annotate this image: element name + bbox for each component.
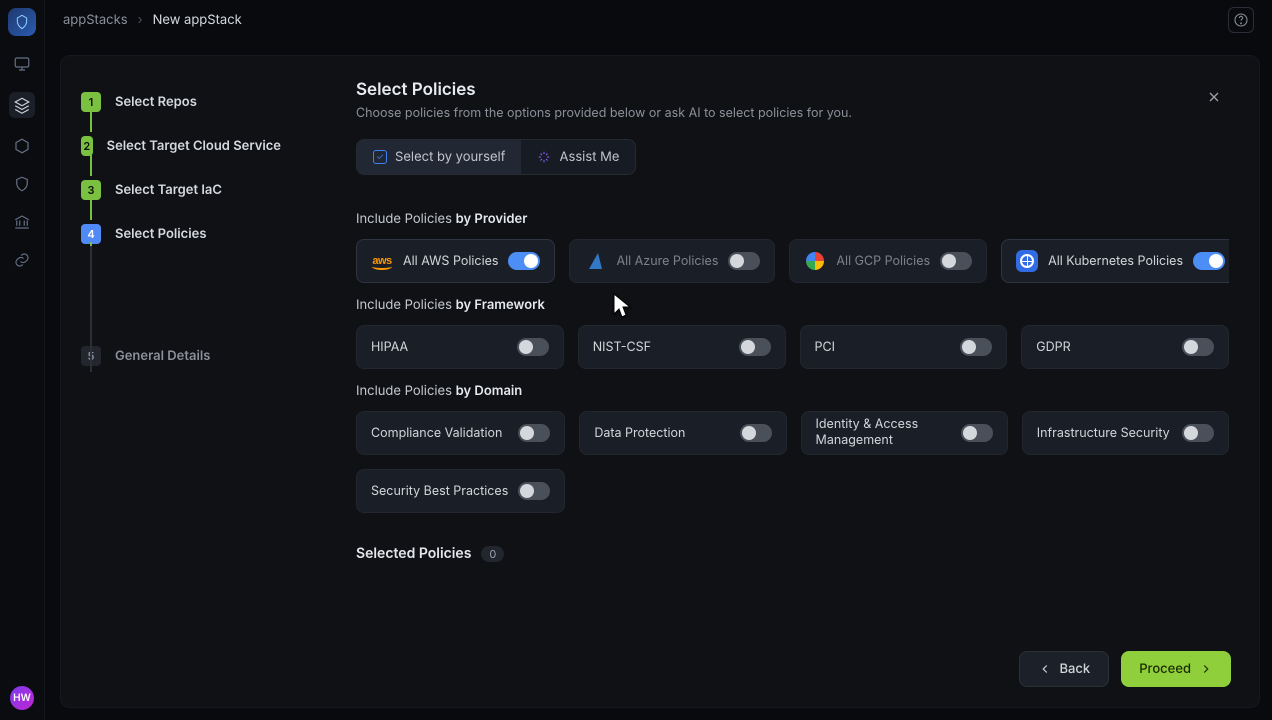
step-label: General Details	[115, 348, 210, 364]
framework-grid: HIPAA NIST-CSF PCI GDPR	[356, 325, 1229, 369]
domain-toggle-infra-security[interactable]	[1182, 424, 1214, 442]
step-number: 1	[81, 92, 101, 112]
tile-label: GDPR	[1036, 340, 1172, 355]
framework-tile-pci[interactable]: PCI	[800, 325, 1008, 369]
framework-tile-nist[interactable]: NIST-CSF	[578, 325, 786, 369]
sparkle-icon	[537, 150, 551, 164]
tile-label: PCI	[815, 340, 951, 355]
footer-actions: Back Proceed	[1019, 651, 1232, 687]
segmented-label: Assist Me	[559, 149, 619, 165]
selected-title: Selected Policies	[356, 545, 471, 562]
section-domain-title: Include Policies by Domain	[356, 383, 1229, 399]
step-label: Select Target Cloud Service	[107, 138, 281, 154]
kubernetes-icon	[1016, 250, 1038, 272]
proceed-button[interactable]: Proceed	[1121, 651, 1231, 687]
domain-grid: Compliance Validation Data Protection Id…	[356, 411, 1229, 513]
framework-toggle-gdpr[interactable]	[1182, 338, 1214, 356]
step-number: 4	[81, 224, 101, 244]
provider-grid: aws All AWS Policies All Azure Policies …	[356, 239, 1229, 283]
step-general-details[interactable]: 5 General Details	[81, 334, 281, 378]
breadcrumb-current: New appStack	[153, 12, 242, 28]
tile-label: Compliance Validation	[371, 426, 508, 441]
breadcrumb-bar: appStacks › New appStack	[45, 0, 1272, 40]
provider-toggle-aws[interactable]	[508, 252, 540, 270]
tile-label: All Kubernetes Policies	[1048, 254, 1183, 269]
step-select-policies[interactable]: 4 Select Policies	[81, 212, 281, 256]
provider-tile-aws[interactable]: aws All AWS Policies	[356, 239, 555, 283]
tile-label: Identity & Access Management	[816, 417, 951, 448]
tile-label: NIST-CSF	[593, 340, 729, 355]
provider-tile-k8s[interactable]: All Kubernetes Policies	[1001, 239, 1229, 283]
chevron-right-icon: ›	[138, 12, 143, 28]
help-icon[interactable]	[1228, 7, 1254, 33]
domain-tile-infra-security[interactable]: Infrastructure Security	[1022, 411, 1229, 455]
layers-icon[interactable]	[9, 92, 35, 118]
aws-icon: aws	[371, 250, 393, 272]
button-label: Back	[1060, 661, 1091, 677]
tile-label: Data Protection	[594, 426, 729, 441]
step-number: 3	[81, 180, 101, 200]
domain-tile-data-protection[interactable]: Data Protection	[579, 411, 786, 455]
tile-label: All Azure Policies	[616, 254, 718, 269]
provider-toggle-azure[interactable]	[728, 252, 760, 270]
provider-tile-azure[interactable]: All Azure Policies	[569, 239, 775, 283]
assist-me-tab[interactable]: Assist Me	[521, 140, 635, 174]
selected-count-badge: 0	[481, 546, 504, 562]
domain-toggle-compliance[interactable]	[518, 424, 550, 442]
azure-icon	[584, 250, 606, 272]
tile-label: All AWS Policies	[403, 254, 498, 269]
page-subtitle: Choose policies from the options provide…	[356, 106, 1229, 121]
back-button[interactable]: Back	[1019, 651, 1110, 687]
domain-toggle-data-protection[interactable]	[740, 424, 772, 442]
app-rail: HW	[0, 0, 45, 720]
framework-toggle-pci[interactable]	[960, 338, 992, 356]
page-title: Select Policies	[356, 80, 1229, 100]
section-framework-title: Include Policies by Framework	[356, 297, 1229, 313]
domain-tile-compliance[interactable]: Compliance Validation	[356, 411, 565, 455]
provider-toggle-gcp[interactable]	[940, 252, 972, 270]
step-connector	[90, 246, 92, 372]
gcp-icon	[804, 250, 826, 272]
app-logo[interactable]	[8, 8, 36, 36]
framework-toggle-hipaa[interactable]	[517, 338, 549, 356]
tile-label: HIPAA	[371, 340, 507, 355]
tile-label: Infrastructure Security	[1037, 426, 1172, 441]
user-avatar[interactable]: HW	[10, 686, 34, 710]
tile-label: Security Best Practices	[371, 484, 508, 499]
stepper: 1 Select Repos 2 Select Target Cloud Ser…	[81, 80, 281, 378]
link-icon[interactable]	[12, 250, 32, 270]
mode-segmented-control: Select by yourself Assist Me	[356, 139, 636, 175]
step-target-cloud[interactable]: 2 Select Target Cloud Service	[81, 124, 281, 168]
step-target-iac[interactable]: 3 Select Target IaC	[81, 168, 281, 212]
step-label: Select Target IaC	[115, 182, 222, 198]
domain-tile-iam[interactable]: Identity & Access Management	[801, 411, 1008, 455]
framework-toggle-nist[interactable]	[739, 338, 771, 356]
step-label: Select Policies	[115, 226, 206, 242]
shield-icon[interactable]	[12, 174, 32, 194]
selected-policies-row: Selected Policies 0	[356, 545, 1229, 562]
hexagon-icon[interactable]	[12, 136, 32, 156]
framework-tile-hipaa[interactable]: HIPAA	[356, 325, 564, 369]
button-label: Proceed	[1139, 661, 1191, 677]
framework-tile-gdpr[interactable]: GDPR	[1021, 325, 1229, 369]
segmented-label: Select by yourself	[395, 149, 505, 165]
checkbox-icon	[373, 150, 387, 164]
bank-icon[interactable]	[12, 212, 32, 232]
step-select-repos[interactable]: 1 Select Repos	[81, 80, 281, 124]
content-area: Select Policies Choose policies from the…	[356, 80, 1229, 637]
main-panel: 1 Select Repos 2 Select Target Cloud Ser…	[60, 55, 1260, 708]
domain-toggle-iam[interactable]	[961, 424, 993, 442]
step-number: 2	[81, 136, 93, 156]
domain-tile-best-practices[interactable]: Security Best Practices	[356, 469, 565, 513]
step-label: Select Repos	[115, 94, 197, 110]
breadcrumb-root[interactable]: appStacks	[63, 12, 128, 28]
provider-tile-gcp[interactable]: All GCP Policies	[789, 239, 987, 283]
section-provider-title: Include Policies by Provider	[356, 211, 1229, 227]
monitor-icon[interactable]	[12, 54, 32, 74]
domain-toggle-best-practices[interactable]	[518, 482, 550, 500]
provider-toggle-k8s[interactable]	[1193, 252, 1225, 270]
tile-label: All GCP Policies	[836, 254, 930, 269]
select-by-yourself-tab[interactable]: Select by yourself	[357, 140, 521, 174]
